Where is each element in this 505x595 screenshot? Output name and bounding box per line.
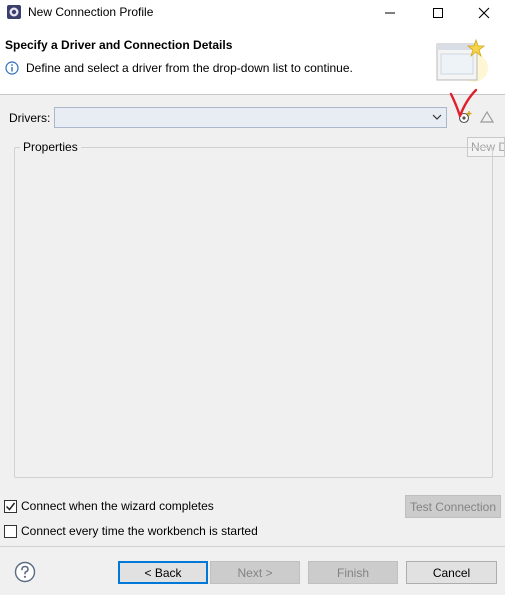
cancel-button[interactable]: Cancel [406,561,497,584]
close-icon [478,7,490,19]
connect-when-complete-label[interactable]: Connect when the wizard completes [21,499,214,513]
minimize-button[interactable] [367,0,413,26]
connect-when-complete-checkbox[interactable] [4,500,17,513]
window-title: New Connection Profile [28,5,154,19]
checkmark-icon [5,502,16,511]
back-button[interactable]: < Back [118,561,208,584]
title-bar: New Connection Profile [0,0,505,26]
eclipse-app-icon [7,5,21,19]
help-icon[interactable] [14,561,36,583]
wizard-header: Specify a Driver and Connection Details … [0,26,505,95]
finish-button[interactable]: Finish [308,561,398,584]
footer-separator [0,546,505,547]
properties-label: Properties [20,140,81,154]
info-icon [5,61,19,75]
edit-driver-button[interactable] [477,106,497,128]
connect-every-startup-checkbox[interactable] [4,525,17,538]
connect-every-startup-label[interactable]: Connect every time the workbench is star… [21,524,258,538]
properties-group [14,147,493,478]
edit-driver-icon [480,110,494,123]
maximize-button[interactable] [415,0,461,26]
test-connection-button[interactable]: Test Connection [405,495,501,518]
maximize-icon [433,8,443,18]
close-button[interactable] [461,0,505,26]
next-button[interactable]: Next > [210,561,300,584]
drivers-label: Drivers: [9,111,51,125]
minimize-icon [385,12,395,14]
drivers-dropdown[interactable] [54,107,447,128]
annotation-checkmark [449,88,478,118]
page-title: Specify a Driver and Connection Details [5,38,233,52]
connection-wizard-icon [436,38,488,82]
chevron-down-icon [432,114,442,120]
page-description: Define and select a driver from the drop… [26,61,353,75]
